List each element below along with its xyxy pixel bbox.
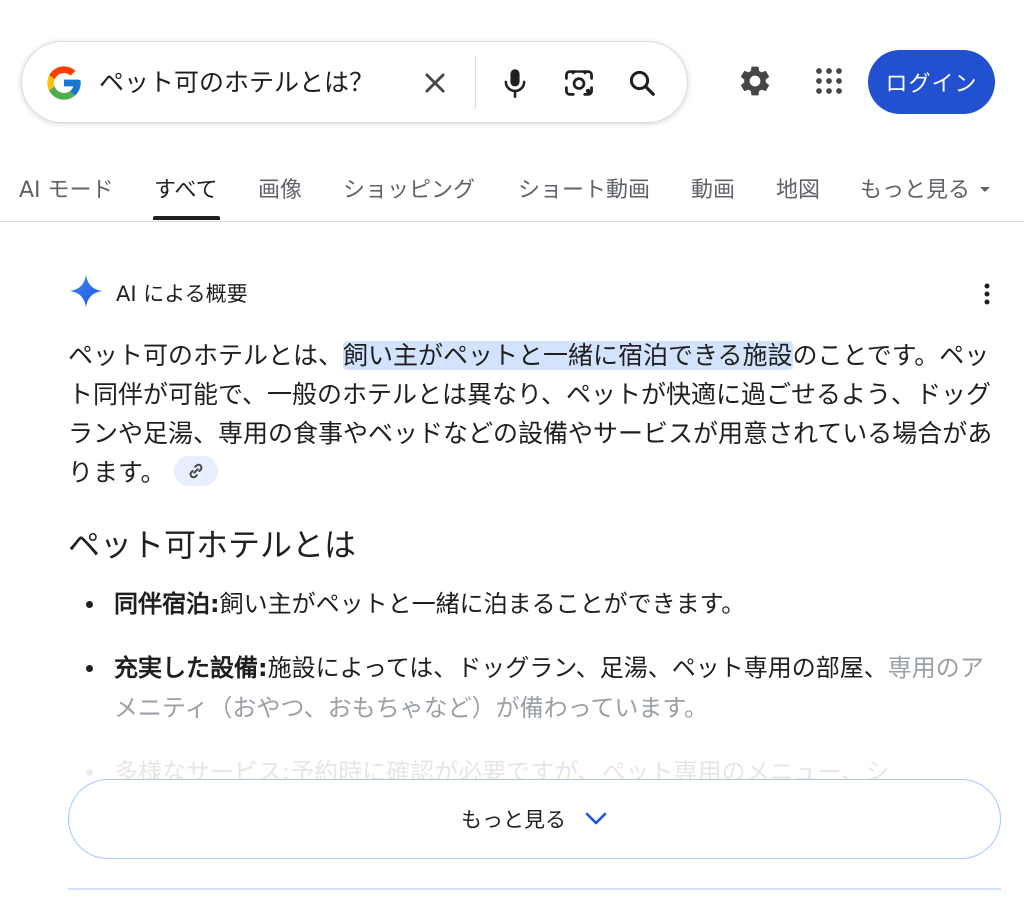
list-item-text: 施設によっては、ドッグラン、足湯、ペット専用の部屋、 — [267, 654, 888, 682]
search-box[interactable]: ペット可のホテルとは？ — [21, 41, 688, 123]
ai-overview-title: AI による概要 — [116, 282, 248, 306]
summary-highlight: 飼い主がペットと一緒に宿泊できる施設 — [343, 341, 793, 370]
summary-text-start: ペット可のホテルとは、 — [68, 341, 344, 370]
chevron-down-icon — [584, 811, 608, 827]
list-item-term: 充実した設備: — [114, 654, 268, 682]
gear-icon[interactable] — [734, 60, 776, 102]
section-heading: ペット可ホテルとは — [68, 526, 357, 564]
show-more-label: もっと見る — [461, 808, 566, 832]
more-vert-icon[interactable] — [972, 276, 1002, 312]
search-query-text[interactable]: ペット可のホテルとは？ — [99, 66, 374, 100]
active-tab-indicator — [153, 216, 220, 220]
tab-all[interactable]: すべて — [154, 172, 218, 204]
tabs-divider — [0, 221, 1024, 222]
tab-ai-mode[interactable]: AI モード — [19, 172, 114, 204]
search-icon[interactable] — [621, 62, 663, 104]
microphone-icon[interactable] — [494, 62, 536, 104]
tab-videos[interactable]: 動画 — [691, 172, 735, 204]
show-more-button[interactable]: もっと見る — [68, 779, 1001, 859]
camera-lens-icon[interactable] — [558, 62, 600, 104]
login-button[interactable]: ログイン — [868, 50, 995, 114]
grid-icon[interactable] — [808, 60, 850, 102]
ai-overview-summary: ペット可のホテルとは、飼い主がペットと一緒に宿泊できる施設のことです。ペット同伴… — [68, 336, 998, 492]
search-results-page: ペット可のホテルとは？ ログイン AI モード すべて 画像 ショッピング ショ… — [0, 0, 1024, 909]
search-divider — [475, 56, 476, 109]
tab-more[interactable]: もっと見る — [860, 172, 991, 204]
tab-images[interactable]: 画像 — [258, 172, 302, 204]
feature-list: 同伴宿泊:飼い主がペットと一緒に泊まることができます。 充実した設備:施設によっ… — [68, 584, 998, 792]
list-item: 同伴宿泊:飼い主がペットと一緒に泊まることができます。 — [68, 584, 998, 624]
search-tabs: AI モード すべて 画像 ショッピング ショート動画 動画 地図 もっと見る — [0, 160, 1024, 222]
google-logo-icon — [44, 63, 84, 103]
tab-shopping[interactable]: ショッピング — [343, 172, 475, 204]
list-item-term: 同伴宿泊: — [114, 590, 220, 618]
section-divider — [68, 888, 1001, 890]
tab-more-label: もっと見る — [860, 178, 971, 203]
close-icon[interactable] — [414, 62, 456, 104]
caret-down-icon — [980, 186, 991, 192]
tab-maps[interactable]: 地図 — [776, 172, 820, 204]
list-item: 充実した設備:施設によっては、ドッグラン、足湯、ペット専用の部屋、専用のアメニテ… — [68, 648, 998, 728]
link-icon[interactable] — [173, 456, 218, 486]
ai-overview-header: AI による概要 — [68, 273, 248, 313]
tab-short-videos[interactable]: ショート動画 — [518, 172, 650, 204]
list-item-text: 飼い主がペットと一緒に泊まることができます。 — [219, 590, 746, 618]
sparkle-icon — [68, 273, 104, 313]
